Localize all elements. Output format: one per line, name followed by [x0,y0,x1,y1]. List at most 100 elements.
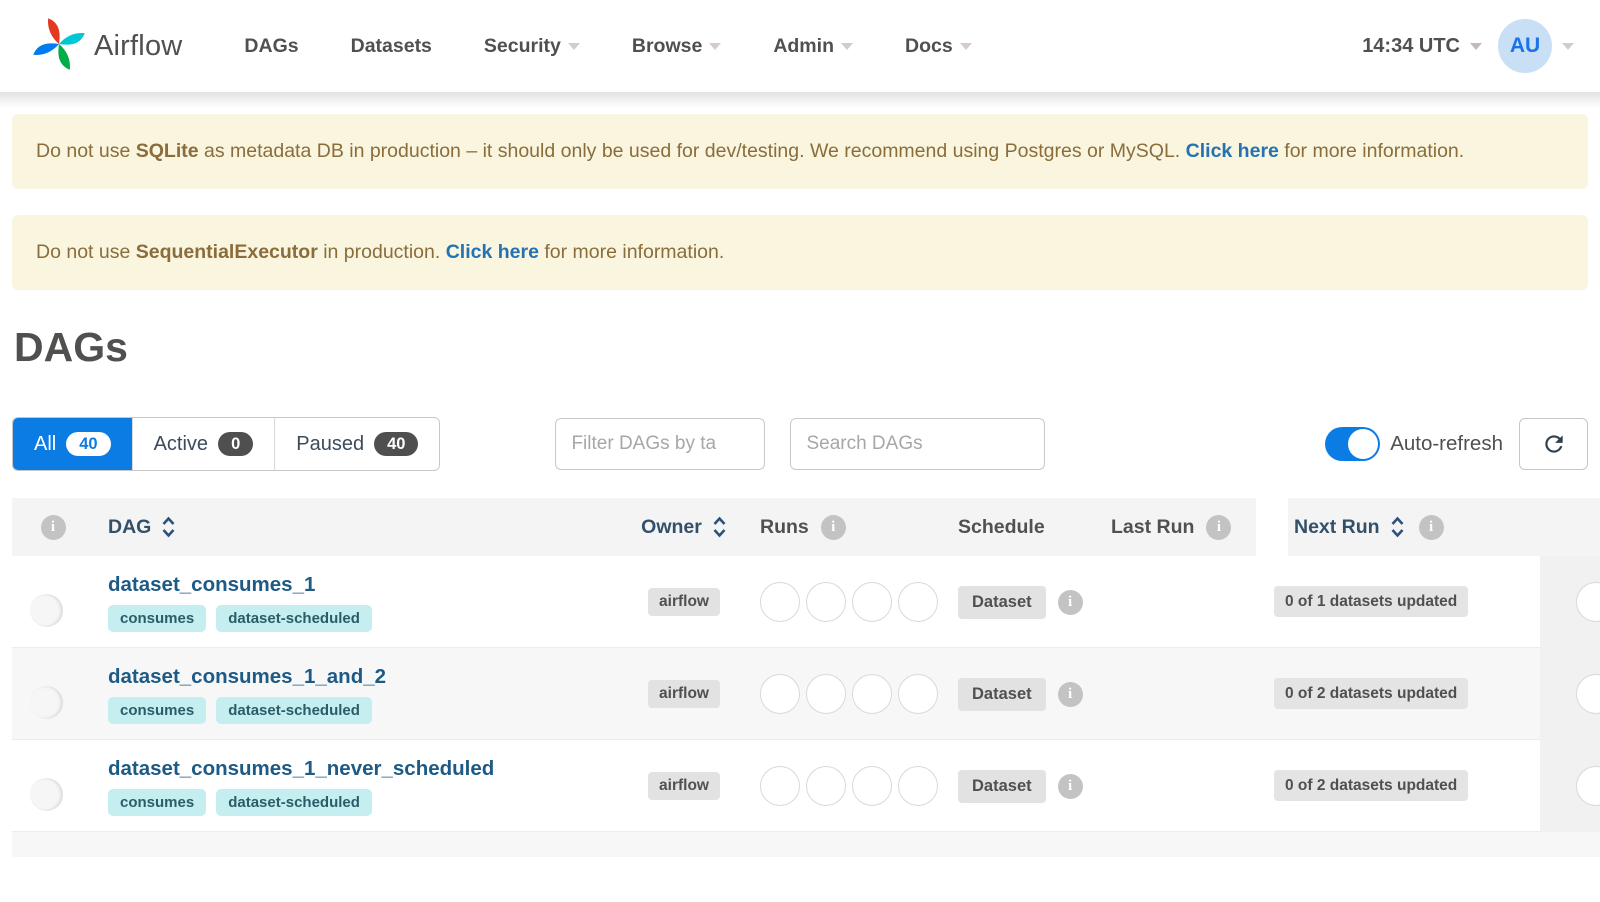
recent-tasks-cell [1540,740,1600,832]
pause-toggle-cell [12,685,94,703]
nav-item-admin[interactable]: Admin [773,35,853,58]
header-extra [1540,498,1600,556]
info-icon[interactable]: i [1418,514,1444,540]
recent-tasks-cell [1540,556,1600,648]
run-status-circle[interactable] [806,766,846,806]
page-title: DAGs [14,324,128,370]
status-filter-group: All 40 Active 0 Paused 40 [12,417,441,471]
run-status-circle[interactable] [1576,582,1600,622]
owner-badge: airflow [648,772,720,800]
schedule-badge[interactable]: Dataset [958,769,1046,803]
run-status-circle[interactable] [760,766,800,806]
schedule-badge[interactable]: Dataset [958,585,1046,619]
sort-arrows-icon[interactable] [161,516,176,538]
nav-item-dags[interactable]: DAGs [244,35,298,58]
navbar-right: 14:34 UTC AU [1362,19,1574,73]
dag-tag[interactable]: dataset-scheduled [216,788,372,816]
tag-filter-input[interactable] [555,418,766,470]
runs-status [760,582,950,622]
run-status-circle[interactable] [806,674,846,714]
run-status-circle[interactable] [852,582,892,622]
header-next-run: Next Run i [1256,498,1540,556]
schedule-badge[interactable]: Dataset [958,677,1046,711]
info-icon[interactable]: i [1057,589,1083,615]
info-icon[interactable]: i [1057,681,1083,707]
filter-tab-active[interactable]: Active 0 [131,418,275,470]
recent-tasks-cell [1540,648,1600,740]
nav-item-security[interactable]: Security [484,35,580,58]
pause-toggle-cell [12,777,94,795]
nav-item-docs[interactable]: Docs [905,35,972,58]
table-row: dataset_consumes_1_never_scheduled consu… [12,740,1600,832]
sort-arrows-icon[interactable] [1390,516,1405,538]
sort-dag[interactable]: DAG [108,516,151,539]
airflow-brand[interactable]: Airflow [30,15,182,78]
runs-status [760,766,950,806]
dag-filter-controls: All 40 Active 0 Paused 40 Auto-refresh [12,417,1588,471]
run-status-circle[interactable] [852,766,892,806]
dag-search-input[interactable] [790,418,1046,470]
dag-link[interactable]: dataset_consumes_1_and_2 [108,665,618,689]
sort-owner[interactable]: Owner [641,516,702,539]
header-owner: Owner [618,498,750,556]
run-status-circle[interactable] [898,674,938,714]
chevron-down-icon [959,42,972,50]
dag-tag[interactable]: dataset-scheduled [216,604,372,632]
refresh-icon [1544,435,1563,453]
run-status-circle[interactable] [1576,674,1600,714]
info-icon[interactable]: i [1057,773,1083,799]
owner-badge: airflow [648,588,720,616]
airflow-logo-icon [30,15,88,78]
dag-cell: dataset_consumes_1_and_2 consumes datase… [94,665,618,724]
run-status-circle[interactable] [898,582,938,622]
chevron-down-icon [1562,42,1574,50]
owner-badge: airflow [648,680,720,708]
run-status-circle[interactable] [898,766,938,806]
dag-link[interactable]: dataset_consumes_1_never_scheduled [108,757,618,781]
auto-refresh-label: Auto-refresh [1390,432,1503,455]
brand-name: Airflow [94,29,183,62]
dag-link[interactable]: dataset_consumes_1 [108,573,618,597]
nav-item-browse[interactable]: Browse [632,35,722,58]
run-status-circle[interactable] [806,582,846,622]
runs-status [760,674,950,714]
run-status-circle[interactable] [760,582,800,622]
dag-cell: dataset_consumes_1_never_scheduled consu… [94,757,618,816]
dag-tag[interactable]: dataset-scheduled [216,696,372,724]
refresh-button[interactable] [1519,418,1588,470]
table-row: dataset_consumes_1 consumes dataset-sche… [12,556,1600,648]
executor-warning-link[interactable]: Click here [446,241,539,263]
sort-next-run[interactable]: Next Run [1294,516,1380,539]
sort-arrows-icon[interactable] [712,516,727,538]
info-icon[interactable]: i [1206,514,1232,540]
avatar: AU [1498,19,1552,73]
sqlite-warning-link[interactable]: Click here [1186,140,1279,162]
filter-tab-paused[interactable]: Paused 40 [274,418,440,470]
run-status-circle[interactable] [760,674,800,714]
auto-refresh-toggle[interactable] [1325,427,1381,461]
dag-tag[interactable]: consumes [108,696,207,724]
run-status-circle[interactable] [1576,766,1600,806]
dag-tag[interactable]: consumes [108,604,207,632]
run-status-circle[interactable] [852,674,892,714]
chevron-down-icon [709,42,722,50]
navbar: Airflow DAGs Datasets Security Browse Ad… [0,0,1600,92]
info-icon[interactable]: i [820,514,846,540]
info-icon[interactable]: i [40,514,66,540]
timezone-selector[interactable]: 14:34 UTC [1362,35,1482,58]
pause-toggle-cell [12,593,94,611]
user-menu[interactable]: AU [1498,19,1574,73]
table-row: dataset_consumes_1_and_2 consumes datase… [12,648,1600,740]
nav-item-datasets[interactable]: Datasets [351,35,432,58]
filter-tab-all[interactable]: All 40 [13,418,132,470]
next-run-badge: 0 of 2 datasets updated [1274,678,1469,709]
dag-cell: dataset_consumes_1 consumes dataset-sche… [94,573,618,632]
executor-warning-banner: Do not use SequentialExecutor in product… [12,215,1588,290]
table-header-row: i DAG Owner Runs i Schedule Last Run i N… [12,498,1600,556]
dag-tag[interactable]: consumes [108,788,207,816]
auto-refresh-control: Auto-refresh [1325,427,1503,461]
table-row-partial [12,832,1600,857]
all-count-badge: 40 [66,431,111,457]
main-nav: DAGs Datasets Security Browse Admin Docs [244,35,972,58]
chevron-down-icon [840,42,853,50]
